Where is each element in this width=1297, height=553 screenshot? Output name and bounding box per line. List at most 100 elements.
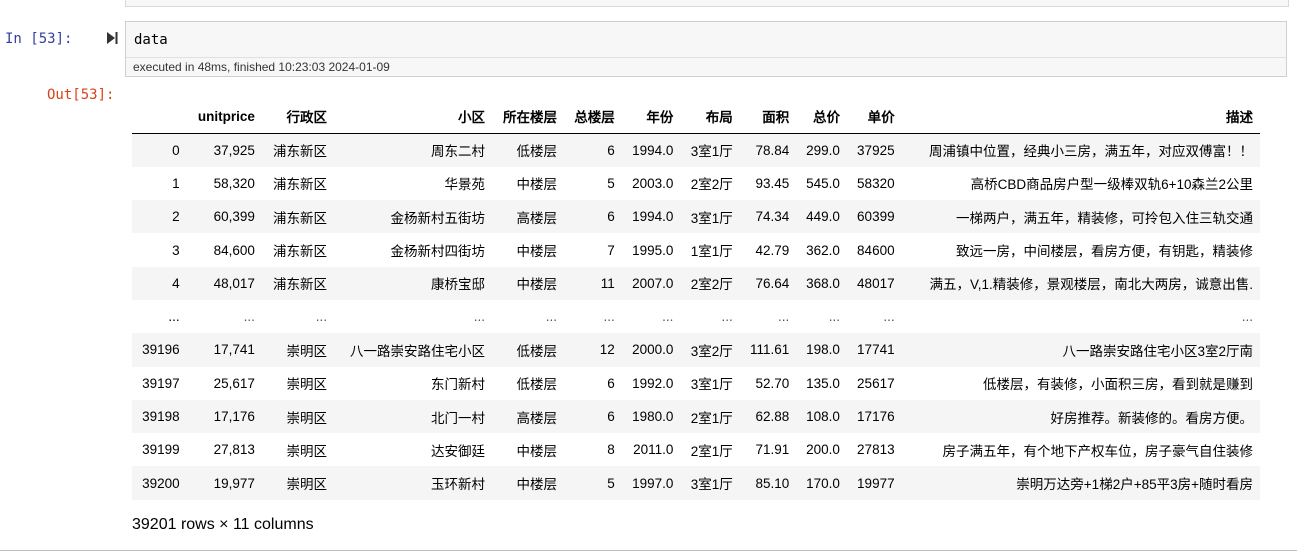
table-cell: 好房推荐。新装修的。看房方便。 xyxy=(1050,410,1254,426)
column-header: 布局 xyxy=(680,99,740,134)
table-cell: 6 xyxy=(607,209,615,225)
index-header xyxy=(132,99,187,134)
column-header: 面积 xyxy=(739,99,797,134)
table-cell: 低楼层 xyxy=(516,377,558,393)
table-body: 0 37,925 浦东新区 周东二村 低楼层 6 1994.0 3室1厅 78.84 299.0 3… xyxy=(132,133,1260,500)
table-cell: 3室1厅 xyxy=(690,144,733,160)
previous-cell-output xyxy=(125,0,1289,7)
table-cell: 低楼层，有装修，小面积三房，看到就是赚到 xyxy=(983,377,1253,393)
table-cell: 17176 xyxy=(857,409,895,425)
table-cell: 5 xyxy=(607,175,615,191)
table-row: 39197 25,617 崇明区 东门新村 低楼层 6 1992.0 3室1厅 52.70 135… xyxy=(132,367,1260,400)
execution-info: executed in 48ms, finished 10:23:03 2024… xyxy=(126,57,1286,77)
table-row: 0 37,925 浦东新区 周东二村 低楼层 6 1994.0 3室1厅 78.84 299.0 3… xyxy=(132,133,1260,167)
table-cell: 19,977 xyxy=(213,475,255,491)
table-cell: 27,813 xyxy=(213,442,255,458)
table-cell: 一梯两户，满五年，精装修，可拎包入住三轨交通 xyxy=(956,210,1253,226)
table-cell: 崇明区 xyxy=(286,377,328,393)
table-cell: 3室1厅 xyxy=(690,477,733,493)
table-cell: 17,741 xyxy=(213,342,255,358)
table-cell: 致远一房，中间楼层，看房方便，有钥匙，精装修 xyxy=(956,244,1253,260)
run-cell-icon[interactable] xyxy=(106,31,118,45)
table-cell: 低楼层 xyxy=(516,343,558,359)
row-index: 3 xyxy=(172,242,180,258)
table-cell: ... xyxy=(243,309,255,325)
table-cell: 2003.0 xyxy=(632,175,674,191)
row-index: 2 xyxy=(172,209,180,225)
table-cell: 2011.0 xyxy=(633,442,674,458)
table-cell: 17,176 xyxy=(213,409,255,425)
input-prompt: In [53]: xyxy=(5,31,73,47)
code-input-area[interactable]: data executed in 48ms, finished 10:23:03… xyxy=(125,21,1287,77)
column-header: 总楼层 xyxy=(564,99,622,134)
table-cell: 高楼层 xyxy=(516,210,558,226)
column-header: 所在楼层 xyxy=(491,99,565,134)
table-cell: 170.0 xyxy=(806,475,840,491)
table-cell: 12 xyxy=(599,342,615,358)
row-index: 39199 xyxy=(142,442,180,458)
column-header: 描述 xyxy=(901,99,1260,134)
table-cell: 42.79 xyxy=(755,242,790,258)
table-row: 1 58,320 浦东新区 华景苑 中楼层 5 2003.0 2室2厅 93.45 545.0 58… xyxy=(132,167,1260,200)
table-cell: 48,017 xyxy=(213,275,255,291)
column-header: 单价 xyxy=(846,99,902,134)
table-cell: 2室2厅 xyxy=(690,277,733,293)
table-cell: 低楼层 xyxy=(516,144,558,160)
table-cell: 108.0 xyxy=(806,409,840,425)
dataframe-shape: 39201 rows × 11 columns xyxy=(132,516,314,533)
table-cell: 高桥CBD商品房户型一级棒双轨6+10森兰2公里 xyxy=(970,177,1253,193)
table-cell: 74.34 xyxy=(755,209,790,225)
table-cell: 62.88 xyxy=(755,409,790,425)
table-cell: 299.0 xyxy=(806,142,840,158)
table-cell: 中楼层 xyxy=(516,477,558,493)
table-cell: 111.61 xyxy=(750,342,790,358)
table-cell: ... xyxy=(721,309,733,325)
code-text: data xyxy=(134,32,168,48)
table-cell: 崇明区 xyxy=(286,410,328,426)
table-cell: 金杨新村四街坊 xyxy=(390,244,485,260)
table-cell: 135.0 xyxy=(806,375,840,391)
cell-divider xyxy=(0,550,1297,551)
row-index: 39200 xyxy=(142,475,180,491)
table-cell: 93.45 xyxy=(755,175,790,191)
table-cell: 崇明万达旁+1梯2户+85平3房+随时看房 xyxy=(1016,477,1253,493)
table-row: 3 84,600 浦东新区 金杨新村四街坊 中楼层 7 1995.0 1室1厅 42.79 362… xyxy=(132,233,1260,266)
table-cell: 3室1厅 xyxy=(690,210,733,226)
table-cell: 达安御廷 xyxy=(430,443,485,459)
table-cell: 545.0 xyxy=(806,175,840,191)
dataframe-table: unitprice 行政区 小区 所在楼层 总楼层 年份 布局 面积 总价 单价 描述 0 37,92… xyxy=(132,99,1260,500)
table-cell: 78.84 xyxy=(755,142,790,158)
table-cell: ... xyxy=(545,309,558,325)
table-cell: 1992.0 xyxy=(632,375,674,391)
row-index: 0 xyxy=(172,142,180,158)
table-cell: 37925 xyxy=(857,142,895,158)
table-cell: 满五，V,1.精装修，景观楼层，南北大两房，诚意出售. xyxy=(929,277,1253,293)
table-cell: 8 xyxy=(607,442,615,458)
table-cell: 中楼层 xyxy=(516,443,558,459)
table-cell: 崇明区 xyxy=(286,477,328,493)
table-row: 4 48,017 浦东新区 康桥宝邸 中楼层 11 2007.0 2室2厅 76.64 368.0… xyxy=(132,266,1260,300)
table-cell: 58,320 xyxy=(213,175,255,191)
table-cell: 48017 xyxy=(857,275,895,291)
table-cell: ... xyxy=(315,309,327,325)
table-cell: 八一路崇安路住宅小区3室2厅南 xyxy=(1062,343,1253,359)
table-cell: 2室1厅 xyxy=(690,443,733,459)
table-cell: ... xyxy=(828,309,840,325)
table-row: 39198 17,176 崇明区 北门一村 高楼层 6 1980.0 2室1厅 62.88 108… xyxy=(132,399,1260,434)
table-cell: 玉环新村 xyxy=(430,477,485,493)
table-cell: 华景苑 xyxy=(444,177,485,193)
table-cell: 52.70 xyxy=(755,375,790,391)
table-cell: 崇明区 xyxy=(286,343,328,359)
table-cell: 76.64 xyxy=(755,275,790,291)
table-cell: 浦东新区 xyxy=(273,177,327,193)
table-cell: 1994.0 xyxy=(632,209,674,225)
table-cell: 1997.0 xyxy=(632,475,674,491)
column-header: 年份 xyxy=(621,99,681,134)
table-cell: 浦东新区 xyxy=(273,244,327,260)
table-cell: 高楼层 xyxy=(516,410,558,426)
table-cell: ... xyxy=(778,309,790,325)
table-cell: 3室2厅 xyxy=(690,343,733,359)
table-cell: 康桥宝邸 xyxy=(430,277,485,293)
table-cell: 5 xyxy=(607,475,615,491)
table-cell: 58320 xyxy=(857,175,895,191)
